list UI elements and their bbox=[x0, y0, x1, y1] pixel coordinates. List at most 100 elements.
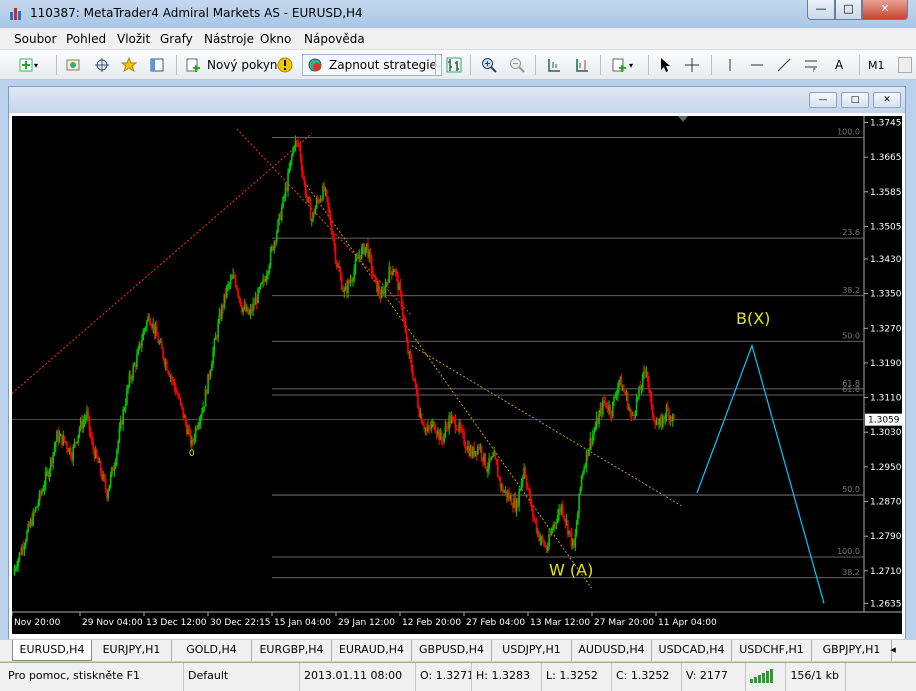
window-close-button[interactable]: ✕ bbox=[862, 0, 908, 20]
tab-eurusd-h4[interactable]: EURUSD,H4 bbox=[12, 640, 92, 661]
chart-minimize-button[interactable]: — bbox=[809, 92, 837, 108]
candle-body bbox=[402, 306, 404, 317]
crosshair-tool-button[interactable] bbox=[684, 54, 700, 76]
menu-insert[interactable]: Vložit bbox=[117, 32, 150, 46]
candle-body bbox=[547, 546, 549, 551]
crosshair-icon bbox=[685, 58, 699, 72]
crosshair-nav-button[interactable] bbox=[94, 54, 110, 76]
candle-body bbox=[574, 534, 577, 548]
chart-restore-button[interactable]: □ bbox=[841, 92, 869, 108]
menu-window[interactable]: Okno bbox=[260, 32, 291, 46]
candle-body bbox=[497, 464, 499, 477]
window-minimize-button[interactable]: — bbox=[807, 0, 835, 20]
candle-body bbox=[555, 522, 558, 524]
period-m1-button[interactable]: M1 bbox=[868, 54, 885, 76]
candle-body bbox=[415, 383, 418, 395]
candle-body bbox=[194, 427, 197, 439]
bar-chart-button[interactable] bbox=[446, 54, 462, 76]
tab-euraud-h4[interactable]: EURAUD,H4 bbox=[332, 640, 412, 661]
channel-button[interactable]: F bbox=[803, 54, 819, 76]
candle-body bbox=[202, 406, 204, 413]
candle-body bbox=[532, 506, 534, 517]
autoscroll-icon bbox=[548, 59, 560, 72]
menu-tools[interactable]: Nástroje bbox=[204, 32, 254, 46]
tab-usdchf-h1[interactable]: USDCHF,H1 bbox=[732, 640, 812, 661]
horizontal-line-button[interactable] bbox=[749, 54, 765, 76]
alert-button[interactable] bbox=[277, 54, 293, 76]
candle-body bbox=[462, 429, 464, 433]
zoom-out-button[interactable] bbox=[509, 54, 525, 76]
horizontal-line-icon bbox=[751, 64, 763, 66]
candle-body bbox=[404, 322, 407, 333]
candle-body bbox=[325, 189, 328, 198]
candle-body bbox=[413, 379, 415, 381]
tab-usdjpy-h1[interactable]: USDJPY,H1 bbox=[492, 640, 572, 661]
trendline-button[interactable] bbox=[776, 54, 792, 76]
menu-help[interactable]: Nápověda bbox=[304, 32, 365, 46]
tab-eurjpy-h1[interactable]: EURJPY,H1 bbox=[92, 640, 172, 661]
period-more-button[interactable] bbox=[898, 54, 912, 76]
candle-body bbox=[41, 490, 43, 495]
chart-shift-button[interactable] bbox=[574, 54, 590, 76]
candle-body bbox=[277, 220, 279, 232]
new-chart-button[interactable]: ▾ bbox=[18, 54, 38, 76]
tab-eurgbp-h4[interactable]: EURGBP,H4 bbox=[252, 640, 332, 661]
candle-body bbox=[615, 395, 618, 397]
favorites-button[interactable] bbox=[121, 54, 137, 76]
menu-charts[interactable]: Grafy bbox=[160, 32, 193, 46]
profiles-button[interactable] bbox=[65, 54, 81, 76]
text-tool-button[interactable]: A bbox=[835, 54, 843, 76]
candle-body bbox=[96, 449, 98, 458]
metatrader-icon bbox=[10, 8, 21, 20]
candle-body bbox=[490, 456, 493, 461]
tab-gbpusd-h4[interactable]: GBPUSD,H4 bbox=[412, 640, 492, 661]
candle-body bbox=[494, 452, 497, 459]
candle-body bbox=[650, 396, 653, 405]
autoscroll-button[interactable] bbox=[546, 54, 562, 76]
status-volume: V: 2177 bbox=[682, 663, 746, 691]
candle-body bbox=[584, 466, 587, 468]
candle-body bbox=[91, 436, 93, 442]
candle-body bbox=[290, 155, 293, 161]
candle-body bbox=[613, 397, 615, 402]
zoom-in-icon bbox=[482, 58, 497, 73]
zoom-in-button[interactable] bbox=[481, 54, 497, 76]
candle-body bbox=[616, 387, 619, 396]
terminal-button[interactable] bbox=[149, 54, 165, 76]
menu-view[interactable]: Pohled bbox=[66, 32, 106, 46]
candle-body bbox=[104, 479, 107, 490]
tabs-scroll-arrow[interactable]: ◂ bbox=[880, 640, 906, 661]
autotrading-button[interactable]: Zapnout strategie bbox=[302, 54, 442, 76]
status-close: C: 1.3252 bbox=[612, 663, 682, 691]
vertical-line-button[interactable] bbox=[722, 54, 738, 76]
candle-body bbox=[519, 488, 522, 491]
candle-body bbox=[499, 477, 502, 487]
tab-usdcad-h4[interactable]: USDCAD,H4 bbox=[652, 640, 732, 661]
candle-body bbox=[563, 515, 565, 519]
candle-body bbox=[305, 195, 308, 198]
candle-body bbox=[335, 261, 338, 267]
time-tick-label: 27 Feb 04:00 bbox=[466, 618, 525, 628]
candle-body bbox=[76, 441, 78, 443]
candle-body bbox=[658, 422, 660, 425]
chart-close-button[interactable]: ✕ bbox=[873, 92, 901, 108]
indicators-button[interactable]: ▾ bbox=[611, 54, 633, 76]
candle-body bbox=[378, 285, 381, 295]
candle-body bbox=[428, 426, 430, 428]
tab-audusd-h4[interactable]: AUDUSD,H4 bbox=[572, 640, 652, 661]
candle-body bbox=[442, 441, 444, 443]
tab-gold-h4[interactable]: GOLD,H4 bbox=[172, 640, 252, 661]
time-tick-label: 27 Mar 20:00 bbox=[594, 618, 654, 628]
candle-body bbox=[524, 467, 527, 478]
cursor-tool-button[interactable] bbox=[657, 54, 673, 76]
status-high: H: 1.3283 bbox=[472, 663, 542, 691]
candle-body bbox=[503, 491, 505, 493]
candle-body bbox=[213, 339, 216, 352]
candle-body bbox=[343, 290, 346, 292]
candle-body bbox=[48, 470, 51, 477]
new-order-button[interactable]: Nový pokyn bbox=[185, 54, 278, 76]
window-maximize-button[interactable]: □ bbox=[835, 0, 862, 20]
menu-file[interactable]: Soubor bbox=[14, 32, 56, 46]
price-chart[interactable]: 1.3745 1.3665 1.3585 1.3505 1.3430 1.3350 1.32… bbox=[12, 116, 902, 634]
candle-body bbox=[122, 409, 124, 425]
